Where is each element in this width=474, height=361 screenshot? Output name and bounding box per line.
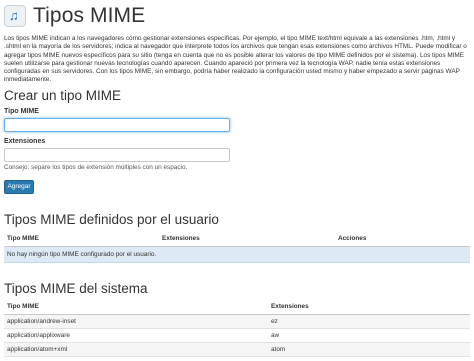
extensions-hint: Consejo: separe los tipos de extensión m… xyxy=(4,164,188,171)
column-header-extensions: Extensiones xyxy=(268,300,470,315)
table-row: application/andrew-inset ez xyxy=(4,314,470,329)
column-header-actions: Acciones xyxy=(335,232,470,247)
extensions-cell: aw xyxy=(268,328,470,343)
mime-type-cell: application/atom+xml xyxy=(4,342,268,357)
extensions-label: Extensiones xyxy=(4,138,46,145)
music-note-icon: ♫ xyxy=(4,5,26,27)
extensions-input[interactable] xyxy=(4,148,230,162)
system-mime-table: Tipo MIME Extensiones application/andrew… xyxy=(4,300,470,357)
column-header-extensions: Extensiones xyxy=(159,232,335,247)
mime-type-input[interactable] xyxy=(4,118,230,132)
table-row: application/applixware aw xyxy=(4,328,470,343)
page-description: Los tipos MIME indican a los navegadores… xyxy=(4,35,467,84)
empty-state-row: No hay ningún tipo MIME configurado por … xyxy=(4,245,470,263)
user-mime-table: Tipo MIME Extensiones Acciones No hay ni… xyxy=(4,232,470,263)
page-header: ♫ Tipos MIME xyxy=(4,3,145,29)
system-table-header-row: Tipo MIME Extensiones xyxy=(4,300,470,315)
add-button[interactable]: Agregar xyxy=(4,180,34,194)
column-header-mime-type: Tipo MIME xyxy=(4,300,268,315)
extensions-cell: atom xyxy=(268,342,470,357)
empty-state-message: No hay ningún tipo MIME configurado por … xyxy=(4,245,470,263)
create-heading: Crear un tipo MIME xyxy=(4,88,122,103)
extensions-cell: ez xyxy=(268,314,470,329)
mime-type-cell: application/andrew-inset xyxy=(4,314,268,329)
page-title: Tipos MIME xyxy=(33,4,146,27)
user-table-header-row: Tipo MIME Extensiones Acciones xyxy=(4,232,470,247)
user-mime-heading: Tipos MIME definidos por el usuario xyxy=(4,212,219,227)
mime-type-cell: application/applixware xyxy=(4,328,268,343)
table-row: application/atom+xml atom xyxy=(4,342,470,357)
system-mime-heading: Tipos MIME del sistema xyxy=(4,281,148,296)
mime-type-label: Tipo MIME xyxy=(4,108,39,115)
column-header-mime-type: Tipo MIME xyxy=(4,232,159,247)
